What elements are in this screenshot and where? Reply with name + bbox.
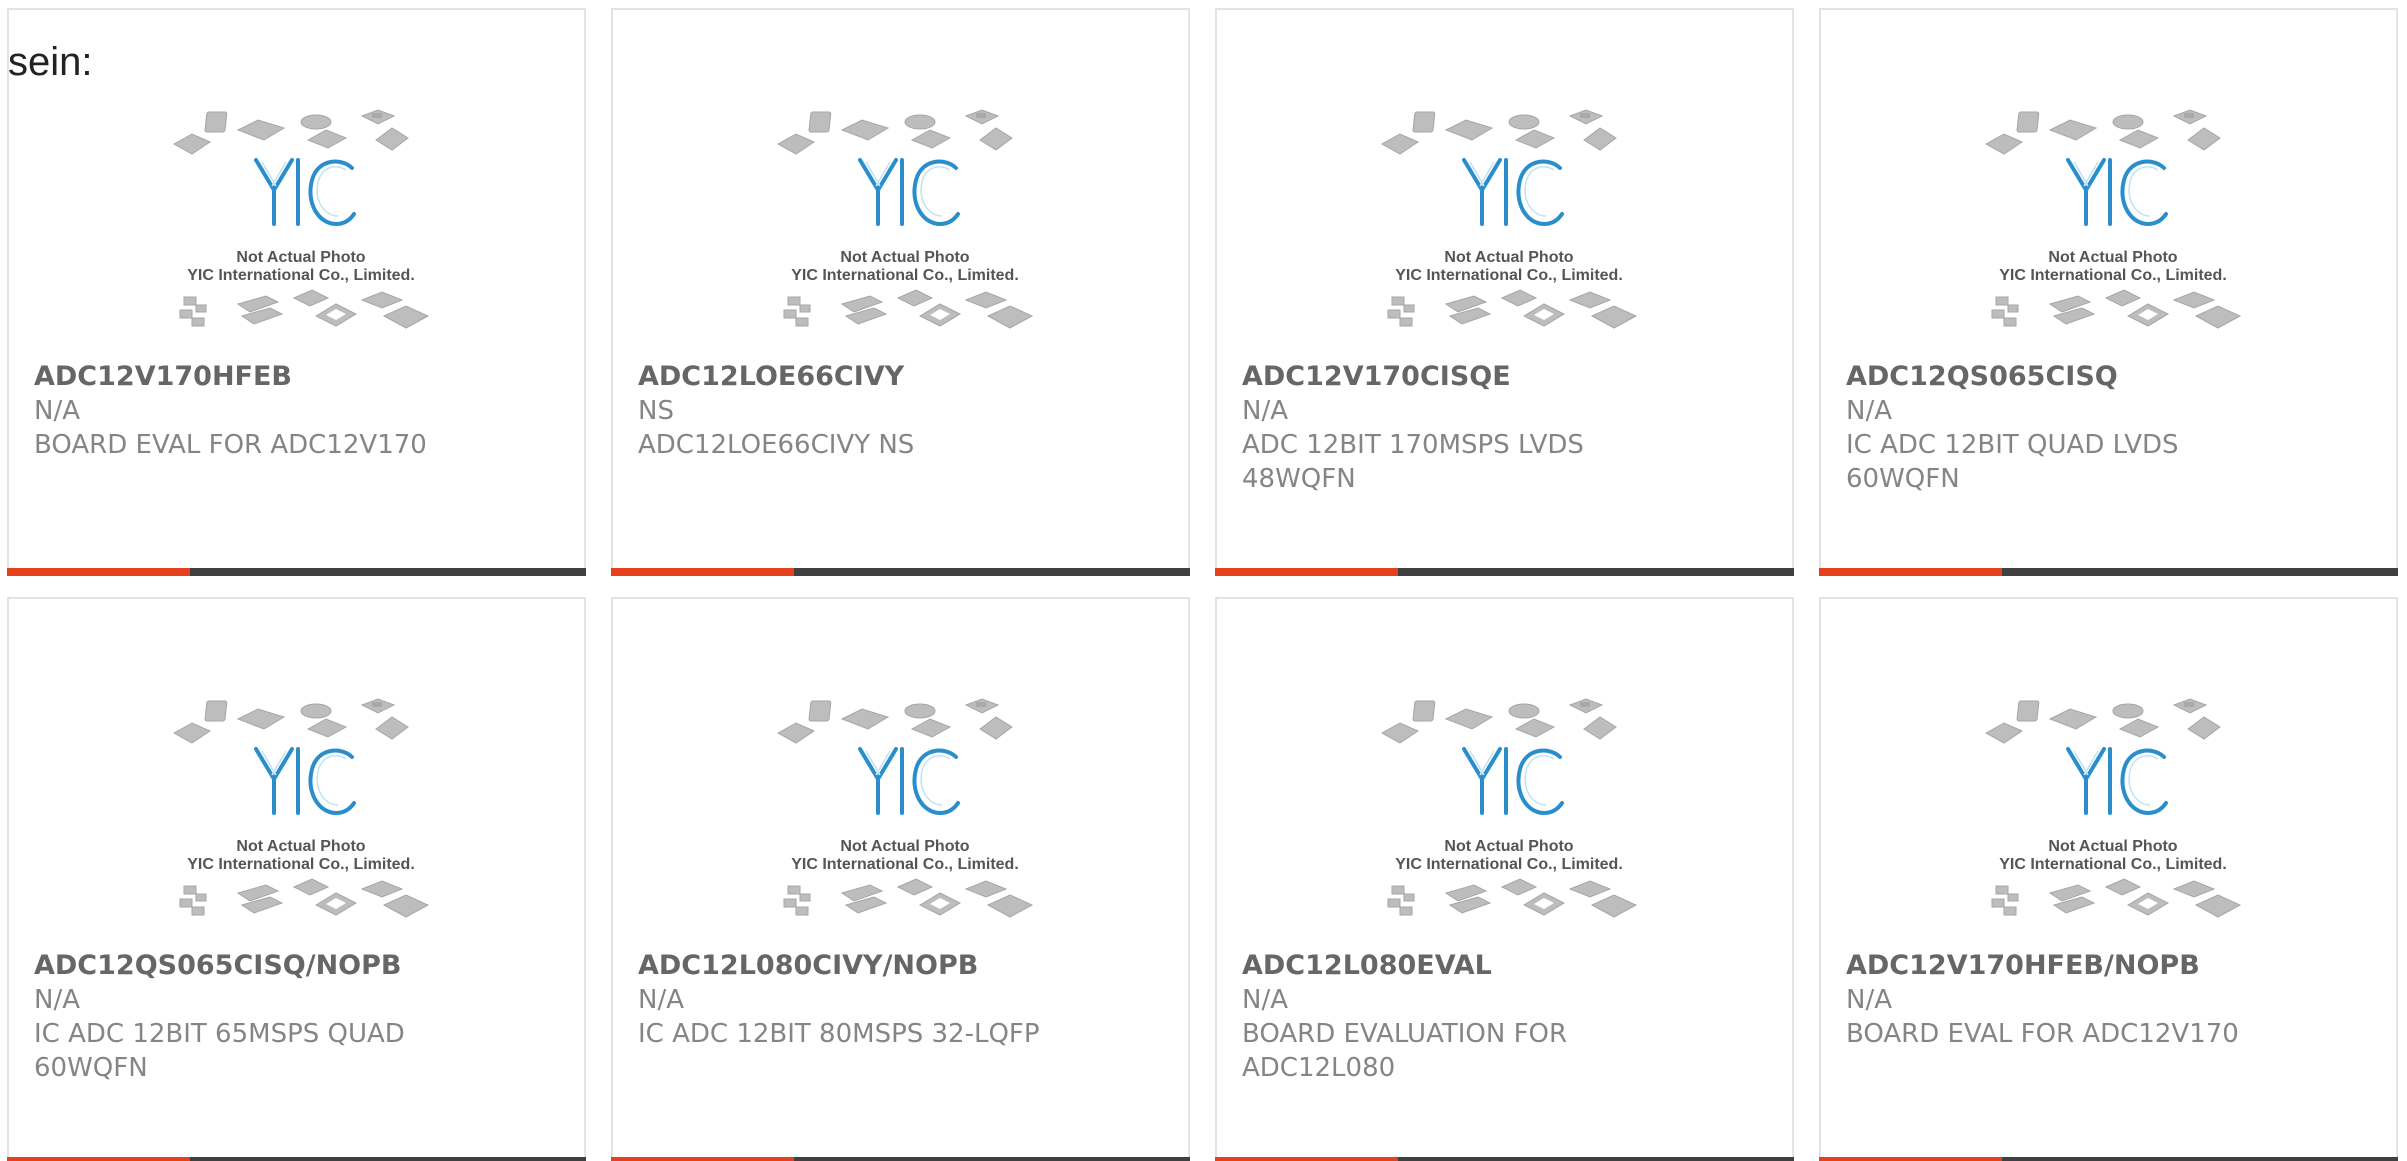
card-bottom-bar	[611, 1157, 1190, 1161]
placeholder-caption-1: Not Actual Photo	[236, 838, 365, 855]
placeholder-caption-2: YIC International Co., Limited.	[791, 267, 1019, 284]
manufacturer-label: N/A	[1242, 985, 1288, 1015]
product-card[interactable]: Not Actual Photo YIC International Co., …	[1819, 597, 2398, 1161]
description-text: IC ADC 12BIT QUAD LVDS 60WQFN	[1846, 430, 2179, 494]
card-bottom-bar	[1215, 1157, 1794, 1161]
product-card[interactable]: Not Actual Photo YIC International Co., …	[7, 8, 586, 576]
placeholder-caption-1: Not Actual Photo	[1444, 249, 1573, 266]
description-text: BOARD EVAL FOR ADC12V170	[1846, 1019, 2239, 1049]
placeholder-image: Not Actual Photo YIC International Co., …	[172, 697, 430, 919]
manufacturer-label: N/A	[1242, 396, 1288, 426]
part-number-link[interactable]: ADC12LOE66CIVY	[638, 360, 904, 394]
placeholder-caption-1: Not Actual Photo	[2048, 838, 2177, 855]
placeholder-caption-2: YIC International Co., Limited.	[791, 856, 1019, 873]
product-card[interactable]: Not Actual Photo YIC International Co., …	[1819, 8, 2398, 576]
card-accent-bar	[611, 568, 794, 576]
product-card[interactable]: Not Actual Photo YIC International Co., …	[611, 8, 1190, 576]
card-bottom-bar	[1819, 568, 2398, 576]
placeholder-image: Not Actual Photo YIC International Co., …	[1380, 108, 1638, 330]
placeholder-caption-2: YIC International Co., Limited.	[1395, 267, 1623, 284]
part-number-link[interactable]: ADC12QS065CISQ/NOPB	[34, 949, 402, 983]
placeholder-caption-1: Not Actual Photo	[840, 249, 969, 266]
placeholder-caption-2: YIC International Co., Limited.	[1999, 856, 2227, 873]
placeholder-caption-2: YIC International Co., Limited.	[1395, 856, 1623, 873]
card-accent-bar	[1215, 568, 1398, 576]
part-number-link[interactable]: ADC12V170HFEB/NOPB	[1846, 949, 2200, 983]
placeholder-caption-1: Not Actual Photo	[2048, 249, 2177, 266]
part-number-link[interactable]: ADC12QS065CISQ	[1846, 360, 2118, 394]
description-text: ADC12LOE66CIVY NS	[638, 430, 915, 460]
manufacturer-label: N/A	[34, 985, 80, 1015]
manufacturer-label: N/A	[1846, 396, 1892, 426]
part-number-link[interactable]: ADC12V170CISQE	[1242, 360, 1511, 394]
page-heading: sein:	[8, 40, 93, 84]
placeholder-caption-2: YIC International Co., Limited.	[187, 267, 415, 284]
card-accent-bar	[1819, 1157, 2002, 1161]
product-card[interactable]: Not Actual Photo YIC International Co., …	[1215, 597, 1794, 1161]
description-text: ADC 12BIT 170MSPS LVDS 48WQFN	[1242, 430, 1584, 494]
card-accent-bar	[7, 1157, 190, 1161]
placeholder-caption-1: Not Actual Photo	[840, 838, 969, 855]
description-text: IC ADC 12BIT 80MSPS 32-LQFP	[638, 1019, 1040, 1049]
card-accent-bar	[1819, 568, 2002, 576]
placeholder-image: Not Actual Photo YIC International Co., …	[776, 697, 1034, 919]
placeholder-image: Not Actual Photo YIC International Co., …	[1380, 697, 1638, 919]
placeholder-caption-2: YIC International Co., Limited.	[1999, 267, 2227, 284]
card-bottom-bar	[611, 568, 1190, 576]
card-bottom-bar	[7, 1157, 586, 1161]
product-card[interactable]: Not Actual Photo YIC International Co., …	[7, 597, 586, 1161]
placeholder-image: Not Actual Photo YIC International Co., …	[1984, 697, 2242, 919]
card-accent-bar	[611, 1157, 794, 1161]
part-number-link[interactable]: ADC12V170HFEB	[34, 360, 292, 394]
card-bottom-bar	[7, 568, 586, 576]
placeholder-image: Not Actual Photo YIC International Co., …	[776, 108, 1034, 330]
description-text: IC ADC 12BIT 65MSPS QUAD 60WQFN	[34, 1019, 405, 1083]
manufacturer-label: N/A	[1846, 985, 1892, 1015]
manufacturer-label: N/A	[34, 396, 80, 426]
card-accent-bar	[7, 568, 190, 576]
card-bottom-bar	[1215, 568, 1794, 576]
product-card[interactable]: Not Actual Photo YIC International Co., …	[1215, 8, 1794, 576]
placeholder-image: Not Actual Photo YIC International Co., …	[172, 108, 430, 330]
placeholder-caption-1: Not Actual Photo	[236, 249, 365, 266]
manufacturer-label: N/A	[638, 985, 684, 1015]
description-text: BOARD EVAL FOR ADC12V170	[34, 430, 427, 460]
placeholder-caption-2: YIC International Co., Limited.	[187, 856, 415, 873]
description-text: BOARD EVALUATION FOR ADC12L080	[1242, 1019, 1568, 1083]
placeholder-image: Not Actual Photo YIC International Co., …	[1984, 108, 2242, 330]
manufacturer-label: NS	[638, 396, 674, 426]
part-number-link[interactable]: ADC12L080CIVY/NOPB	[638, 949, 978, 983]
product-card[interactable]: Not Actual Photo YIC International Co., …	[611, 597, 1190, 1161]
placeholder-caption-1: Not Actual Photo	[1444, 838, 1573, 855]
card-accent-bar	[1215, 1157, 1398, 1161]
part-number-link[interactable]: ADC12L080EVAL	[1242, 949, 1492, 983]
card-bottom-bar	[1819, 1157, 2398, 1161]
